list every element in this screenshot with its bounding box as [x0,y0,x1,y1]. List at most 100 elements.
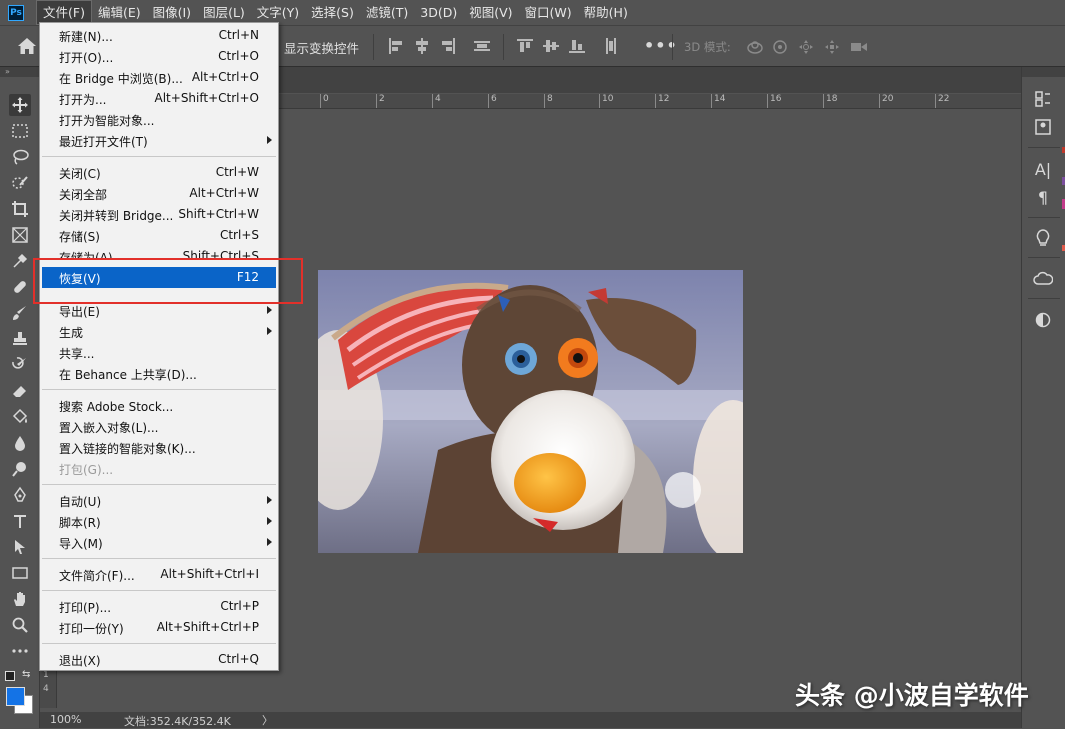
menu-item-share-on-behance[interactable]: 在 Behance 上共享(D)... [42,363,276,384]
zoom-tool-icon[interactable] [9,614,31,636]
menu-item-open-as-smart-object[interactable]: 打开为智能对象... [42,109,276,130]
dock-divider [1028,298,1060,299]
show-transform-controls-label[interactable]: 显示变换控件 [284,38,359,57]
menu-filter[interactable]: 滤镜(T) [360,0,414,25]
adjustments-panel-icon[interactable] [1032,309,1054,331]
align-center-icon[interactable] [414,38,430,54]
frame-tool-icon[interactable] [9,224,31,246]
menu-help[interactable]: 帮助(H) [578,0,634,25]
blur-tool-icon[interactable] [9,432,31,454]
align-middle-icon[interactable] [543,38,559,54]
marquee-tool-icon[interactable] [9,120,31,142]
type-tool-icon[interactable] [9,510,31,532]
panel-expand-icon[interactable] [1022,67,1065,77]
zoom-level[interactable]: 100% [50,713,81,726]
move-tool-icon[interactable] [9,94,31,116]
paint-bucket-tool-icon[interactable] [9,406,31,428]
status-menu-icon[interactable]: 〉 [262,712,273,728]
foreground-color-swatch[interactable] [6,687,25,706]
menu-separator [42,389,276,390]
dock-divider [1028,147,1060,148]
submenu-arrow-icon [267,496,272,504]
menu-view[interactable]: 视图(V) [463,0,518,25]
history-panel-icon[interactable] [1032,88,1054,110]
right-panel-dock: A| ¶ [1021,67,1065,728]
edit-toolbar-icon[interactable] [9,640,31,662]
3d-scale-icon[interactable] [850,39,868,55]
brush-tool-icon[interactable] [9,302,31,324]
menu-3d[interactable]: 3D(D) [414,0,463,25]
menu-item-search-adobe-stock[interactable]: 搜索 Adobe Stock... [42,395,276,416]
menu-item-save[interactable]: 存储(S) Ctrl+S [42,225,276,246]
healing-brush-tool-icon[interactable] [9,276,31,298]
highlight-annotation-box [33,258,303,304]
menu-item-open[interactable]: 打开(O)... Ctrl+O [42,46,276,67]
properties-panel-icon[interactable] [1032,116,1054,138]
history-brush-tool-icon[interactable] [9,354,31,376]
dock-divider [1028,257,1060,258]
menu-item-generate[interactable]: 生成 [42,321,276,342]
menu-item-close-and-go-to-bridge[interactable]: 关闭并转到 Bridge... Shift+Ctrl+W [42,204,276,225]
swap-colors-icon[interactable]: ⇆ [22,669,30,680]
ruler-tick-label: 4 [43,684,49,694]
ruler-tick-label: 8 [544,94,553,108]
panel-collapse-icon[interactable]: » [0,67,39,77]
document-image[interactable] [318,270,743,553]
menu-item-file-info[interactable]: 文件简介(F)... Alt+Shift+Ctrl+I [42,564,276,585]
distribute-icon[interactable] [474,38,490,54]
menu-item-automate[interactable]: 自动(U) [42,490,276,511]
eraser-tool-icon[interactable] [9,380,31,402]
menu-item-close-all[interactable]: 关闭全部 Alt+Ctrl+W [42,183,276,204]
align-left-icon[interactable] [388,38,404,54]
menu-item-import[interactable]: 导入(M) [42,532,276,553]
lasso-tool-icon[interactable] [9,146,31,168]
menu-item-close[interactable]: 关闭(C) Ctrl+W [42,162,276,183]
paragraph-panel-icon[interactable]: ¶ [1032,186,1054,208]
menu-item-exit[interactable]: 退出(X) Ctrl+Q [42,649,276,670]
quick-selection-tool-icon[interactable] [9,172,31,194]
home-icon[interactable] [17,37,37,55]
3d-orbit-icon[interactable] [746,39,764,55]
character-panel-icon[interactable]: A| [1032,158,1054,180]
rectangle-tool-icon[interactable] [9,562,31,584]
crop-tool-icon[interactable] [9,198,31,220]
menu-item-place-embedded[interactable]: 置入嵌入对象(L)... [42,416,276,437]
menu-item-open-as[interactable]: 打开为... Alt+Shift+Ctrl+O [42,88,276,109]
submenu-arrow-icon [267,306,272,314]
default-colors-icon[interactable] [5,671,15,681]
dodge-tool-icon[interactable] [9,458,31,480]
menu-window[interactable]: 窗口(W) [519,0,578,25]
photoshop-logo-icon: Ps [8,4,24,21]
menu-separator [42,156,276,157]
menu-item-scripts[interactable]: 脚本(R) [42,511,276,532]
menu-item-share[interactable]: 共享... [42,342,276,363]
hand-tool-icon[interactable] [9,588,31,610]
menu-item-browse-in-bridge[interactable]: 在 Bridge 中浏览(B)... Alt+Ctrl+O [42,67,276,88]
align-bottom-icon[interactable] [569,38,585,54]
menu-separator [42,643,276,644]
align-top-icon[interactable] [517,38,533,54]
ruler-tick-label: 4 [432,94,441,108]
libraries-panel-icon[interactable] [1032,268,1054,290]
clone-stamp-tool-icon[interactable] [9,328,31,350]
menu-item-place-linked[interactable]: 置入链接的智能对象(K)... [42,437,276,458]
ruler-tick-label: 22 [935,94,949,108]
distribute-vertical-icon[interactable] [603,38,619,54]
path-selection-tool-icon[interactable] [9,536,31,558]
menu-item-new[interactable]: 新建(N)... Ctrl+N [42,25,276,46]
3d-pan-icon[interactable] [798,39,814,55]
learn-panel-icon[interactable] [1032,227,1054,249]
align-right-icon[interactable] [440,38,456,54]
menu-select[interactable]: 选择(S) [305,0,360,25]
menu-separator [42,484,276,485]
menu-item-recent-files[interactable]: 最近打开文件(T) [42,130,276,151]
3d-roll-icon[interactable] [772,39,788,55]
menu-item-print-one-copy[interactable]: 打印一份(Y) Alt+Shift+Ctrl+P [42,617,276,638]
3d-slide-icon[interactable] [824,39,840,55]
submenu-arrow-icon [267,136,272,144]
pen-tool-icon[interactable] [9,484,31,506]
menu-item-package: 打包(G)... [59,463,114,477]
menu-item-print[interactable]: 打印(P)... Ctrl+P [42,596,276,617]
status-bar: 100% 文档:352.4K/352.4K 〉 [40,712,1021,728]
eyedropper-tool-icon[interactable] [9,250,31,272]
